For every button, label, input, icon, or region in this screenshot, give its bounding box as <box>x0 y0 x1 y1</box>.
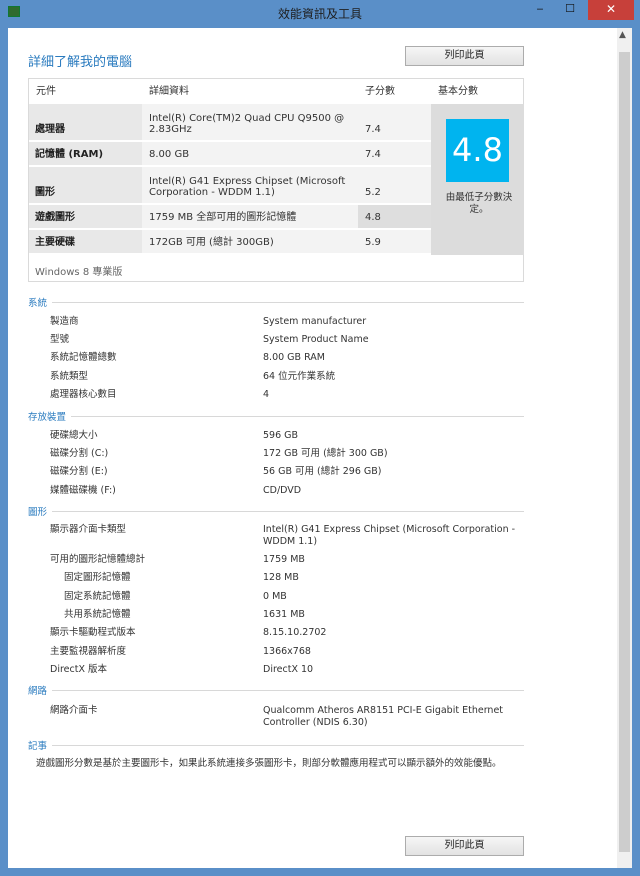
section-title: 圖形 <box>28 507 53 518</box>
detail-value: 56 GB 可用 (總計 296 GB) <box>263 466 382 477</box>
detail-value: 0 MB <box>263 591 287 602</box>
detail-value: CD/DVD <box>263 485 302 496</box>
scroll-up-icon[interactable]: ▲ <box>619 30 626 40</box>
detail-label: 系統記憶體總數 <box>50 352 117 363</box>
component-name: 處理器 <box>29 104 142 140</box>
minimize-button[interactable]: ‒ <box>527 0 553 20</box>
component-details: Intel(R) G41 Express Chipset (Microsoft … <box>142 167 358 203</box>
detail-value: 1366x768 <box>263 646 311 657</box>
detail-label: 型號 <box>50 334 70 345</box>
vertical-scrollbar[interactable]: ▲ <box>617 28 632 868</box>
detail-label: 製造商 <box>50 316 79 327</box>
detail-label: DirectX 版本 <box>50 664 107 675</box>
section-title: 系統 <box>28 298 53 309</box>
subscore: 7.4 <box>358 142 431 165</box>
scrollbar-thumb[interactable] <box>619 52 630 852</box>
component-details: Intel(R) Core(TM)2 Quad CPU Q9500 @ 2.83… <box>142 104 358 140</box>
title-bar: 效能資訊及工具 ‒ ☐ ✕ <box>0 0 640 28</box>
detail-value: 8.00 GB RAM <box>263 352 325 363</box>
content-area: 詳細了解我的電腦 列印此頁 元件 詳細資料 子分數 基本分數 處理器 Intel… <box>8 28 632 868</box>
detail-label: 主要監視器解析度 <box>50 646 127 657</box>
header-component: 元件 <box>36 86 56 97</box>
detail-value: 64 位元作業系統 <box>263 371 336 382</box>
detail-value: 128 MB <box>263 572 299 583</box>
print-button-top[interactable]: 列印此頁 <box>405 46 524 66</box>
section-header: 存放裝置 <box>28 409 524 423</box>
detail-label: 固定系統記憶體 <box>64 591 131 602</box>
detail-label: 磁碟分割 (C:) <box>50 448 109 459</box>
page-title: 詳細了解我的電腦 <box>28 55 133 70</box>
component-name: 記憶體 (RAM) <box>29 142 142 165</box>
detail-label: 處理器核心數目 <box>50 389 117 400</box>
component-name: 遊戲圖形 <box>29 205 142 228</box>
section-header: 系統 <box>28 295 524 309</box>
score-row: 處理器 Intel(R) Core(TM)2 Quad CPU Q9500 @ … <box>29 104 431 142</box>
score-row: 遊戲圖形 1759 MB 全部可用的圖形記憶體 4.8 <box>29 205 431 230</box>
print-button-bottom[interactable]: 列印此頁 <box>405 836 524 856</box>
section-title: 記事 <box>28 741 53 752</box>
detail-label: 媒體磁碟機 (F:) <box>50 485 116 496</box>
close-button[interactable]: ✕ <box>588 0 634 20</box>
component-details: 8.00 GB <box>142 142 358 165</box>
detail-label: 硬碟總大小 <box>50 430 98 441</box>
score-row: 圖形 Intel(R) G41 Express Chipset (Microso… <box>29 167 431 205</box>
detail-value: System Product Name <box>263 334 369 345</box>
detail-label: 網路介面卡 <box>50 705 98 716</box>
section-header: 記事 <box>28 738 524 752</box>
header-details: 詳細資料 <box>149 86 189 97</box>
section-header: 網路 <box>28 683 524 697</box>
detail-label: 固定圖形記憶體 <box>64 572 131 583</box>
header-basescore: 基本分數 <box>438 86 478 97</box>
component-details: 1759 MB 全部可用的圖形記憶體 <box>142 205 358 228</box>
subscore: 4.8 <box>358 205 431 228</box>
detail-label: 共用系統記憶體 <box>64 609 131 620</box>
detail-value: 596 GB <box>263 430 299 441</box>
detail-label: 顯示卡驅動程式版本 <box>50 627 136 638</box>
detail-value: 1759 MB <box>263 554 305 565</box>
score-row: 主要硬碟 172GB 可用 (總計 300GB) 5.9 <box>29 230 431 255</box>
detail-value: 4 <box>263 389 270 400</box>
detail-label: 系統類型 <box>50 371 89 382</box>
score-row: 記憶體 (RAM) 8.00 GB 7.4 <box>29 142 431 167</box>
detail-value: 172 GB 可用 (總計 300 GB) <box>263 448 388 459</box>
detail-label: 顯示器介面卡類型 <box>50 524 127 535</box>
detail-value: Qualcomm Atheros AR8151 PCI-E Gigabit Et… <box>263 705 504 728</box>
score-table: 元件 詳細資料 子分數 基本分數 處理器 Intel(R) Core(TM)2 … <box>28 78 524 282</box>
subscore: 5.2 <box>358 167 431 203</box>
base-score-note: 由最低子分數決定。 <box>445 192 513 215</box>
detail-label: 可用的圖形記憶體總計 <box>50 554 146 565</box>
section-header: 圖形 <box>28 504 524 518</box>
subscore: 7.4 <box>358 104 431 140</box>
detail-label: 磁碟分割 (E:) <box>50 466 108 477</box>
detail-value: 1631 MB <box>263 609 305 620</box>
note-text: 遊戲圖形分數是基於主要圖形卡，如果此系統連接多張圖形卡，則部分軟體應用程式可以顯… <box>36 758 502 769</box>
header-subscore: 子分數 <box>365 86 395 97</box>
detail-value: Intel(R) G41 Express Chipset (Microsoft … <box>263 524 516 547</box>
component-details: 172GB 可用 (總計 300GB) <box>142 230 358 253</box>
section-title: 網路 <box>28 686 53 697</box>
component-name: 圖形 <box>29 167 142 203</box>
component-name: 主要硬碟 <box>29 230 142 253</box>
detail-value: 8.15.10.2702 <box>263 627 327 638</box>
section-title: 存放裝置 <box>28 412 72 423</box>
windows-edition: Windows 8 專業版 <box>35 267 123 278</box>
subscore: 5.9 <box>358 230 431 253</box>
maximize-button[interactable]: ☐ <box>557 0 583 20</box>
base-score-panel: 4.8 由最低子分數決定。 <box>431 104 524 255</box>
base-score-badge: 4.8 <box>446 119 509 182</box>
detail-value: DirectX 10 <box>263 664 314 675</box>
detail-value: System manufacturer <box>263 316 367 327</box>
